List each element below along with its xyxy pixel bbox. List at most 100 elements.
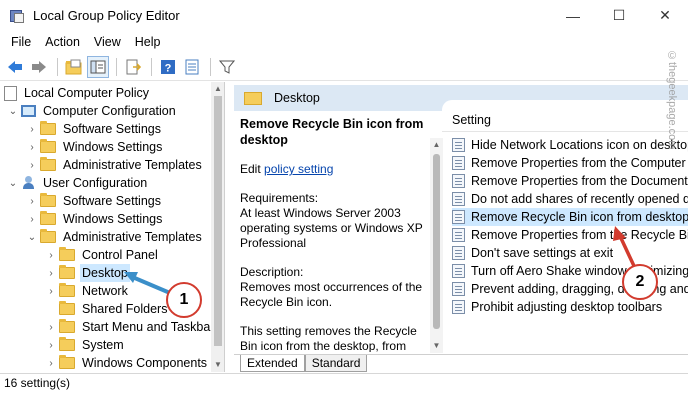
description-scrollbar[interactable]: ▲ ▼ [430,138,443,353]
chevron-right-icon[interactable]: › [27,196,37,207]
chevron-down-icon[interactable]: ⌄ [8,178,18,189]
tree-item-computer-configuration[interactable]: ⌄ Computer Configuration [8,102,178,120]
tree-pane: Local Computer Policy ⌄ Computer Configu… [0,82,225,372]
menu-view[interactable]: View [87,35,128,49]
tree-label: Start Menu and Taskbar [82,320,215,334]
watermark-text: ©thegeekpage.com [666,50,678,150]
tree-item-start-menu-taskbar[interactable]: › Start Menu and Taskbar [46,318,216,336]
column-header-setting[interactable]: Setting [452,113,491,127]
folder-icon [40,229,56,243]
tree-label: Local Computer Policy [24,86,150,100]
chevron-right-icon[interactable]: › [46,358,56,369]
tree-label: Shared Folders [82,302,168,316]
policy-setting-icon [452,156,465,170]
chevron-right-icon[interactable]: › [46,286,56,297]
folder-icon [40,211,56,225]
tree-label: Software Settings [63,122,161,136]
policy-setting-icon [452,174,465,188]
tree-label: Administrative Templates [63,158,202,172]
scroll-up-arrow-icon[interactable]: ▲ [211,82,224,96]
scroll-up-arrow-icon[interactable]: ▲ [430,138,443,152]
policy-setting-icon [452,300,465,314]
toolbar: ? [0,53,688,81]
chevron-down-icon[interactable]: ⌄ [8,106,18,117]
tree-item-shared-folders[interactable]: › Shared Folders [46,300,169,318]
tree-item-uc-software-settings[interactable]: › Software Settings [27,192,163,210]
setting-label: Remove Properties from the Recycle Bin c… [471,228,688,242]
tree-item-user-configuration[interactable]: ⌄ User Configuration [8,174,149,192]
tree-label: Windows Components [82,356,208,370]
tree-label: User Configuration [43,176,148,190]
toolbar-separator [57,57,58,76]
chevron-right-icon[interactable]: › [27,214,37,225]
chevron-right-icon[interactable]: › [46,268,56,279]
chevron-right-icon[interactable]: › [27,124,37,135]
chevron-right-icon[interactable]: › [27,160,37,171]
setting-label: Don't save settings at exit [471,246,614,260]
policy-setting-link[interactable]: policy setting [264,162,333,176]
tree-label: Network [82,284,128,298]
minimize-button[interactable]: — [550,0,596,31]
title-bar: Local Group Policy Editor — ☐ ✕ [0,0,688,31]
policy-setting-icon [452,192,465,206]
window-title: Local Group Policy Editor [33,8,180,23]
setting-row-selected[interactable]: Remove Recycle Bin icon from desktop [452,208,688,226]
export-list-icon[interactable] [122,56,144,78]
help-icon[interactable]: ? [157,56,179,78]
scroll-down-arrow-icon[interactable]: ▼ [211,358,224,372]
close-button[interactable]: ✕ [642,0,688,31]
setting-row[interactable]: Don't save settings at exit [452,244,688,262]
menu-file[interactable]: File [4,35,38,49]
scroll-down-arrow-icon[interactable]: ▼ [430,339,443,353]
group-policy-app-icon [9,8,25,24]
folder-icon [40,139,56,153]
filter-icon[interactable] [216,56,238,78]
tree-item-control-panel[interactable]: › Control Panel [46,246,160,264]
requirements-text: At least Windows Server 2003 operating s… [240,206,423,250]
folder-icon [40,193,56,207]
view-tabs: Extended Standard [234,354,688,372]
show-hide-tree-icon[interactable] [87,55,109,78]
menu-help[interactable]: Help [128,35,168,49]
tree-item-local-computer-policy[interactable]: Local Computer Policy [4,84,151,102]
tree-item-system[interactable]: › System [46,336,126,354]
menu-action[interactable]: Action [38,35,87,49]
maximize-button[interactable]: ☐ [596,0,642,31]
tree-item-network[interactable]: › Network [46,282,130,300]
tree-label: Software Settings [63,194,161,208]
tab-standard[interactable]: Standard [304,355,368,372]
toolbar-separator [116,57,117,76]
setting-row[interactable]: Remove Properties from the Recycle Bin c… [452,226,688,244]
tree-item-cc-administrative-templates[interactable]: › Administrative Templates [27,156,204,174]
edit-line: Edit policy setting [240,162,433,177]
chevron-right-icon[interactable]: › [27,142,37,153]
chevron-right-icon[interactable]: › [46,250,56,261]
up-folder-icon[interactable] [63,56,85,78]
chevron-right-icon[interactable]: › [46,340,56,351]
policy-setting-icon [452,246,465,260]
setting-row[interactable]: Prohibit adjusting desktop toolbars [452,298,688,316]
folder-icon [59,301,75,315]
tree-item-uc-windows-settings[interactable]: › Windows Settings [27,210,164,228]
policy-title: Remove Recycle Bin icon from desktop [240,117,424,147]
scrollbar-thumb[interactable] [433,154,440,329]
tab-extended[interactable]: Extended [240,355,305,372]
properties-icon[interactable] [181,56,203,78]
tree-label: Control Panel [82,248,158,262]
tree-item-windows-components[interactable]: › Windows Components [46,354,209,372]
policy-document-icon [4,85,17,101]
tree-item-uc-administrative-templates[interactable]: ⌄ Administrative Templates [27,228,204,246]
scrollbar-thumb[interactable] [214,96,222,346]
policy-setting-icon [452,210,465,224]
tree-scrollbar[interactable]: ▲ ▼ [211,82,224,372]
forward-arrow-icon[interactable] [28,56,50,78]
policy-setting-icon [452,228,465,242]
tree-item-desktop[interactable]: › Desktop [46,264,130,282]
tree-item-cc-windows-settings[interactable]: › Windows Settings [27,138,164,156]
chevron-down-icon[interactable]: ⌄ [27,232,37,243]
back-arrow-icon[interactable] [4,56,26,78]
policy-setting-icon [452,264,465,278]
chevron-right-icon[interactable]: › [46,322,56,333]
menu-bar: File Action View Help [0,31,688,53]
tree-item-cc-software-settings[interactable]: › Software Settings [27,120,163,138]
